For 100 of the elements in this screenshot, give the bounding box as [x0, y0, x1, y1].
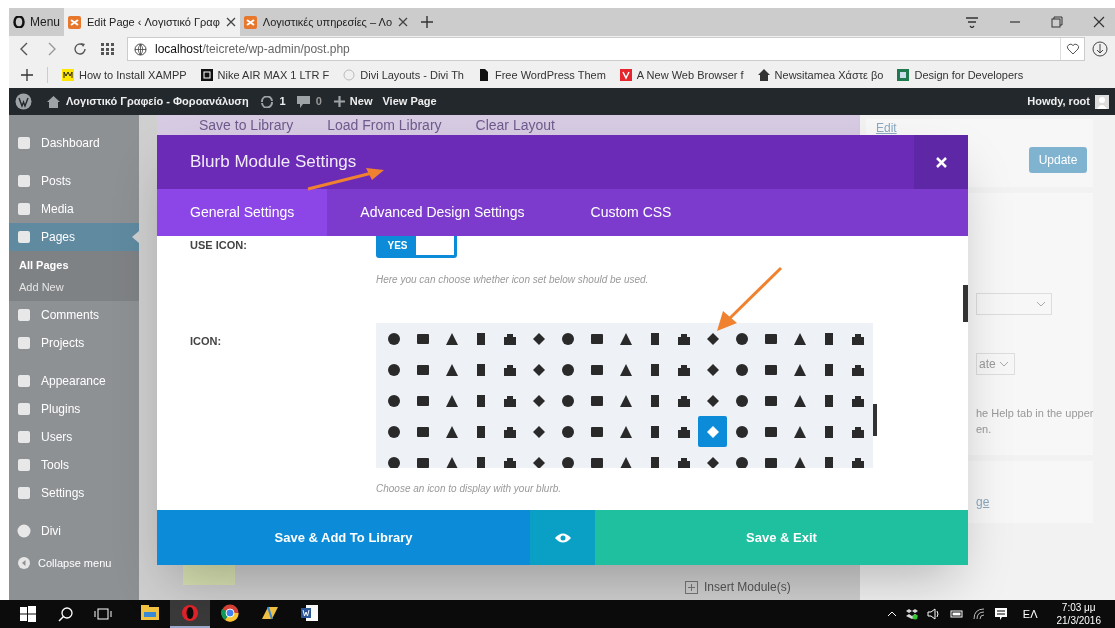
app-icon [300, 603, 320, 623]
edit-link[interactable]: Edit [876, 119, 897, 137]
select-field[interactable]: ate [976, 353, 1015, 375]
help-text: he Help tab in the upper [976, 406, 1094, 421]
taskbar-app[interactable] [170, 600, 210, 628]
sidebar-item[interactable]: Comments [9, 301, 139, 329]
close-icon[interactable] [398, 17, 408, 27]
field-hint: Here you can choose whether icon set below should be used. [376, 273, 649, 287]
glyph-icon [763, 331, 778, 346]
back-icon[interactable] [19, 42, 29, 56]
clock[interactable]: 7:03 μμ 21/3/2016 [1056, 601, 1101, 627]
chevron-up-icon[interactable] [886, 611, 897, 617]
glyph-icon [676, 362, 691, 377]
toolbar-link[interactable]: Load From Library [327, 114, 442, 136]
task-view-icon[interactable] [94, 607, 112, 621]
glyph-icon [850, 455, 865, 468]
sidebar-item[interactable]: Tools [9, 451, 139, 479]
select-field[interactable] [976, 293, 1052, 315]
toolbar-link[interactable]: Clear Layout [475, 114, 555, 136]
tab-menu-icon[interactable] [965, 16, 979, 28]
sidebar-item[interactable]: Dashboard [9, 129, 139, 157]
sidebar-item[interactable]: Posts [9, 167, 139, 195]
glyph-icon [705, 393, 720, 408]
new-link[interactable]: New [333, 93, 373, 110]
bookmark-link[interactable]: A New Web Browser f [619, 66, 744, 84]
save-exit-button[interactable]: Save & Exit [595, 510, 968, 565]
updates-link[interactable]: 1 [259, 93, 286, 110]
bookmark-link[interactable]: Free WordPress Them [477, 66, 606, 84]
collapse-menu-link[interactable]: Collapse menu [9, 551, 139, 575]
glyph-icon [531, 331, 546, 346]
glyph-icon [415, 331, 430, 346]
glyph-icon [531, 362, 546, 377]
reload-icon[interactable] [73, 42, 87, 56]
scrollbar-thumb[interactable] [873, 404, 877, 436]
bookmark-link[interactable]: Nike AIR MAX 1 LTR F [200, 66, 330, 84]
arrow-annotation [715, 265, 785, 333]
sidebar-icon [17, 374, 31, 388]
comments-link[interactable]: 0 [296, 93, 322, 110]
search-icon[interactable] [58, 606, 74, 622]
new-tab-icon[interactable] [420, 15, 434, 29]
speaker-icon[interactable] [926, 608, 941, 620]
toolbar-link[interactable]: Save to Library [199, 114, 294, 136]
sidebar-icon [17, 308, 31, 322]
address-field[interactable]: localhost/teicrete/wp-admin/post.php [127, 37, 1085, 61]
windows-start-icon[interactable] [20, 606, 36, 622]
glyph-icon [444, 362, 459, 377]
battery-icon[interactable] [949, 609, 964, 619]
icon-picker[interactable] [376, 323, 873, 468]
bookmark-link[interactable]: Divi Layouts - Divi Th [343, 66, 464, 84]
dropbox-icon[interactable] [905, 608, 918, 620]
bookmark-favicon-icon [62, 69, 74, 81]
sidebar-item[interactable]: Media [9, 195, 139, 223]
restore-icon[interactable] [1051, 16, 1063, 28]
glyph-icon [415, 393, 430, 408]
grid-icon[interactable] [101, 43, 115, 55]
submenu-item[interactable]: All Pages [19, 257, 139, 274]
bookmark-link[interactable]: Design for Developers [897, 66, 1024, 84]
scrollbar-thumb[interactable] [963, 285, 968, 322]
update-button[interactable]: Update [1029, 147, 1087, 173]
field-label: USE ICON: [190, 238, 247, 253]
save-to-library-button[interactable]: Save & Add To Library [157, 510, 530, 565]
glyph-icon [734, 455, 749, 468]
close-icon[interactable] [225, 17, 236, 27]
sidebar-item[interactable]: Divi [9, 517, 139, 545]
close-icon[interactable] [1093, 16, 1105, 28]
browser-tab[interactable]: Edit Page ‹ Λογιστικό Γραφ [64, 8, 240, 36]
bookmark-link[interactable]: How to Install XAMPP [62, 66, 187, 84]
glyph-icon [560, 362, 575, 377]
site-name-link[interactable]: Λογιστικό Γραφείο - Φοροανάλυση [47, 93, 249, 110]
plus-icon[interactable] [21, 69, 33, 81]
sidebar-item[interactable]: Settings [9, 479, 139, 507]
notification-icon[interactable] [993, 607, 1008, 621]
glyph-icon [763, 393, 778, 408]
sidebar-item[interactable]: Plugins [9, 395, 139, 423]
heart-icon[interactable] [1065, 43, 1080, 55]
settings-tab[interactable]: General Settings [157, 189, 328, 236]
download-icon[interactable] [1092, 41, 1108, 57]
template-link[interactable]: ge [976, 493, 990, 511]
language-indicator[interactable]: EΛ [1022, 605, 1038, 623]
submenu-item[interactable]: Add New [19, 278, 139, 295]
glyph-icon [705, 424, 720, 439]
home-icon [47, 95, 60, 108]
view-page-link[interactable]: View Page [382, 93, 437, 110]
sidebar-icon [17, 402, 31, 416]
insert-module-link[interactable]: Insert Module(s) [685, 578, 791, 596]
wifi-icon[interactable] [972, 608, 985, 620]
yes-no-toggle[interactable]: YES [376, 236, 457, 258]
sidebar-item[interactable]: Pages [9, 223, 139, 251]
wordpress-logo-icon[interactable] [15, 93, 32, 110]
glyph-icon [415, 362, 430, 377]
glyph-icon [792, 393, 807, 408]
sidebar-item[interactable]: Users [9, 423, 139, 451]
close-button[interactable] [914, 135, 968, 189]
sidebar-item[interactable]: Appearance [9, 367, 139, 395]
account-link[interactable]: Howdy, root [1027, 93, 1109, 110]
eye-icon [553, 531, 572, 544]
sidebar-item[interactable]: Projects [9, 329, 139, 357]
browser-menu[interactable]: Menu [9, 8, 65, 36]
glyph-icon [850, 362, 865, 377]
bookmark-link[interactable]: Newsitamea Χάστε βο [757, 66, 884, 84]
